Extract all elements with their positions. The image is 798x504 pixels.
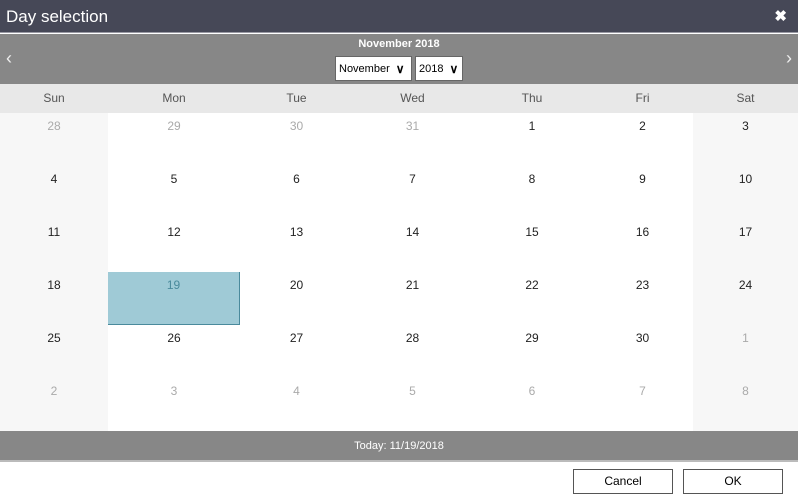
close-icon[interactable]: ✖ [774,7,787,25]
day-cell[interactable]: 7 [353,166,472,219]
weekday-label: Sat [693,84,798,113]
week-row: 4 5 6 7 8 9 10 [0,166,798,219]
day-cell[interactable]: 1 [472,113,592,166]
day-cell[interactable]: 14 [353,219,472,272]
day-cell[interactable]: 2 [0,378,108,431]
day-cell[interactable]: 19 [108,272,240,325]
week-row: 28 29 30 31 1 2 3 [0,113,798,166]
day-cell[interactable]: 28 [353,325,472,378]
calendar-grid: Sun Mon Tue Wed Thu Fri Sat 28 29 30 31 1 2 3 4 5 6 7 8 9 10… [0,84,798,431]
day-cell[interactable]: 21 [353,272,472,325]
day-cell[interactable]: 16 [592,219,693,272]
day-cell[interactable]: 27 [240,325,353,378]
day-cell[interactable]: 5 [108,166,240,219]
day-cell[interactable]: 30 [592,325,693,378]
year-select[interactable]: 2018 ∨ [415,56,463,81]
day-cell[interactable]: 29 [108,113,240,166]
day-cell[interactable]: 8 [693,378,798,431]
day-cell[interactable]: 3 [693,113,798,166]
day-cell[interactable]: 13 [240,219,353,272]
weekday-label: Mon [108,84,240,113]
year-select-value: 2018 [419,62,444,75]
day-cell[interactable]: 26 [108,325,240,378]
day-cell[interactable]: 6 [240,166,353,219]
weekday-label: Thu [472,84,592,113]
day-cell[interactable]: 29 [472,325,592,378]
day-cell[interactable]: 5 [353,378,472,431]
calendar-nav: November 2018 ‹ › November ∨ 2018 ∨ [0,34,798,84]
day-cell[interactable]: 24 [693,272,798,325]
day-cell[interactable]: 1 [693,325,798,378]
day-cell[interactable]: 22 [472,272,592,325]
day-cell[interactable]: 10 [693,166,798,219]
weekday-label: Fri [592,84,693,113]
weekday-header: Sun Mon Tue Wed Thu Fri Sat [0,84,798,113]
chevron-left-icon[interactable]: ‹ [6,48,12,69]
day-cell[interactable]: 30 [240,113,353,166]
day-cell[interactable]: 6 [472,378,592,431]
month-select[interactable]: November ∨ [335,56,412,81]
day-cell[interactable]: 2 [592,113,693,166]
week-row: 2345678 [0,378,798,431]
weekday-label: Tue [240,84,353,113]
month-select-value: November [339,62,390,75]
dialog-title: Day selection [6,7,109,26]
chevron-down-icon: ∨ [395,61,405,76]
chevron-right-icon[interactable]: › [786,48,792,69]
day-cell[interactable]: 23 [592,272,693,325]
chevron-down-icon: ∨ [449,61,459,76]
dialog-titlebar: Day selection ✖ [0,0,798,33]
day-cell[interactable]: 9 [592,166,693,219]
cancel-button[interactable]: Cancel [573,469,673,494]
day-cell[interactable]: 15 [472,219,592,272]
week-row: 18 19 20 21 22 23 24 [0,272,798,325]
day-cell[interactable]: 18 [0,272,108,325]
day-cell[interactable]: 4 [240,378,353,431]
day-cell[interactable]: 4 [0,166,108,219]
day-cell[interactable]: 17 [693,219,798,272]
today-label[interactable]: Today: 11/19/2018 [0,431,798,462]
day-cell[interactable]: 28 [0,113,108,166]
day-cell[interactable]: 7 [592,378,693,431]
day-cell[interactable]: 20 [240,272,353,325]
day-cell[interactable]: 25 [0,325,108,378]
week-row: 11 12 13 14 15 16 17 [0,219,798,272]
day-cell[interactable]: 12 [108,219,240,272]
weekday-label: Sun [0,84,108,113]
day-cell[interactable]: 8 [472,166,592,219]
ok-button[interactable]: OK [683,469,783,494]
weekday-label: Wed [353,84,472,113]
day-cell[interactable]: 31 [353,113,472,166]
day-cell[interactable]: 11 [0,219,108,272]
day-cell[interactable]: 3 [108,378,240,431]
week-row: 25 26 27 28 29 30 1 [0,325,798,378]
month-title: November 2018 [358,38,440,50]
